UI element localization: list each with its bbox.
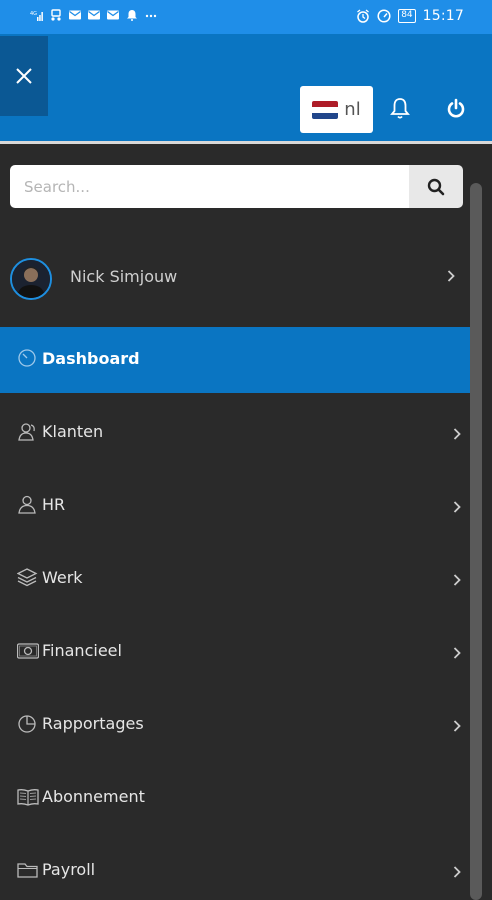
alarm-icon [357, 9, 370, 23]
chevron-right-icon [453, 428, 461, 440]
menu-item-rapportages[interactable]: Rapportages [0, 692, 470, 758]
search-box [10, 165, 463, 208]
search-button[interactable] [409, 165, 463, 208]
svg-text:4G: 4G [30, 11, 37, 17]
battery-indicator: 84 [398, 9, 416, 23]
sidebar-scrollbar[interactable] [470, 183, 482, 900]
folder-icon [17, 863, 38, 878]
search-input[interactable] [10, 165, 409, 208]
close-icon [16, 68, 32, 84]
book-icon [17, 789, 39, 806]
notifications-button[interactable] [388, 96, 412, 122]
signal-icon: 4G [30, 11, 43, 21]
chevron-right-icon [453, 866, 461, 878]
mail-icon [88, 10, 100, 20]
pie-chart-icon [18, 715, 36, 733]
menu-label: Klanten [42, 422, 104, 441]
money-icon [17, 643, 39, 659]
logout-button[interactable] [444, 96, 468, 122]
user-photo-icon [12, 260, 50, 298]
status-bar: 4G 84 15:17 [0, 0, 492, 34]
chevron-right-icon [453, 574, 461, 586]
avatar [10, 258, 52, 300]
layers-icon [17, 568, 38, 587]
menu-item-werk[interactable]: Werk [0, 546, 470, 612]
flag-stripe-blue [312, 112, 339, 119]
mail-icon [107, 10, 119, 20]
menu-item-payroll[interactable]: Payroll [0, 838, 470, 900]
status-right-icons: 84 15:17 [356, 8, 464, 24]
usb-icon [51, 9, 61, 21]
user-name: Nick Simjouw [70, 267, 178, 286]
menu-label: Rapportages [42, 714, 144, 733]
menu-label: Werk [42, 568, 83, 587]
notification-icon [127, 10, 137, 21]
menu-label: Dashboard [42, 349, 140, 368]
power-icon [447, 98, 465, 118]
chevron-right-icon [453, 720, 461, 732]
chevron-right-icon [453, 647, 461, 659]
app-header: nl [0, 34, 492, 144]
chevron-right-icon [447, 270, 455, 282]
language-selector[interactable]: nl [300, 86, 373, 133]
speedometer-icon [377, 9, 391, 23]
menu-item-financieel[interactable]: Financieel [0, 619, 470, 685]
close-menu-button[interactable] [0, 36, 48, 116]
language-code: nl [344, 99, 361, 120]
menu-item-abonnement[interactable]: Abonnement [0, 765, 470, 831]
menu-label: Financieel [42, 641, 122, 660]
status-left-icons: 4G [30, 9, 158, 21]
clients-icon [18, 423, 35, 441]
chevron-right-icon [453, 501, 461, 513]
user-profile-item[interactable]: Nick Simjouw [0, 248, 470, 308]
search-icon [427, 178, 445, 195]
status-time: 15:17 [422, 8, 464, 24]
menu-label: Abonnement [42, 787, 145, 806]
mail-icon [69, 10, 81, 20]
netherlands-flag-icon [312, 100, 339, 119]
menu-label: Payroll [42, 860, 96, 879]
dashboard-gauge-icon [18, 349, 36, 367]
bell-icon [390, 98, 410, 119]
menu-label: HR [42, 495, 66, 514]
person-icon [18, 495, 36, 514]
menu-item-klanten[interactable]: Klanten [0, 400, 470, 466]
menu-item-hr[interactable]: HR [0, 473, 470, 539]
menu-item-dashboard[interactable]: Dashboard [0, 327, 470, 393]
header-divider [0, 141, 492, 144]
more-icon [145, 14, 157, 18]
